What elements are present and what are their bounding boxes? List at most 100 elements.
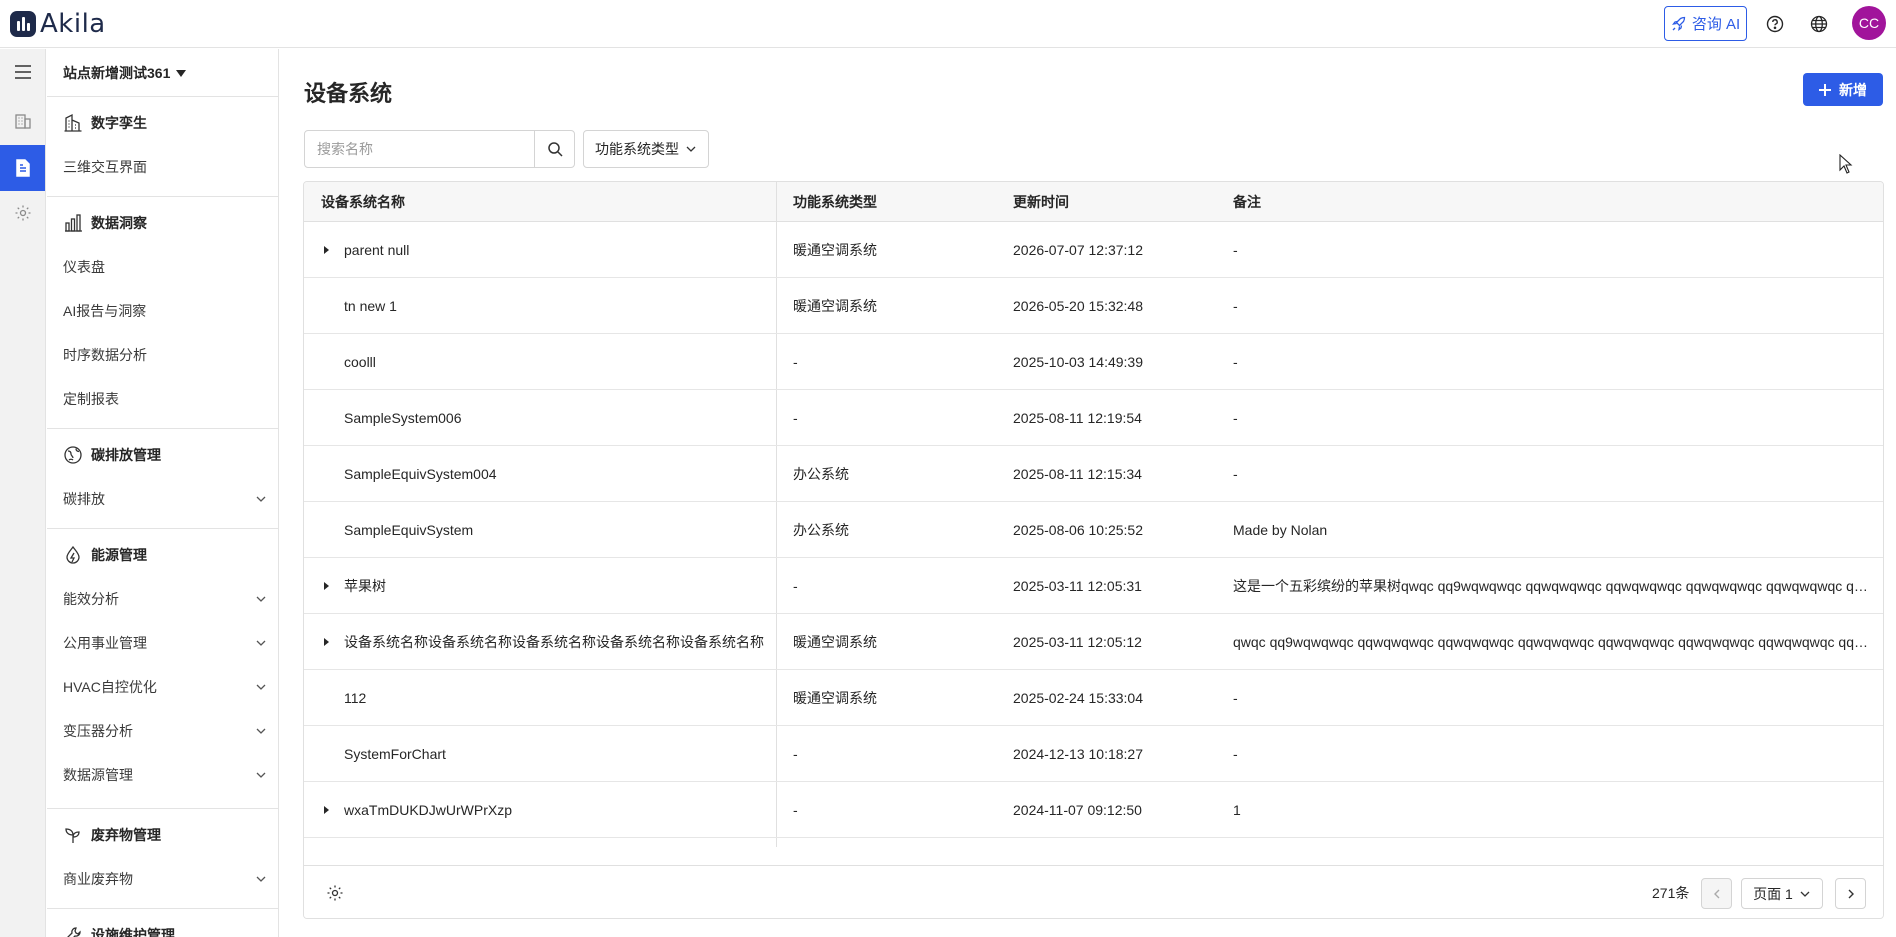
- cell-updated-text: 2024-12-13 10:18:27: [1013, 746, 1143, 762]
- sidebar-divider: [47, 808, 278, 809]
- cell-name: parent null: [344, 222, 768, 278]
- cell-updated: 2025-03-11 12:05:12: [1013, 614, 1213, 670]
- nav-item-custom-report[interactable]: 定制报表: [63, 384, 267, 414]
- table-row[interactable]: parent null 暖通空调系统 2026-07-07 12:37:12 -: [304, 222, 1883, 278]
- column-header-note[interactable]: 备注: [1233, 182, 1261, 222]
- cell-type: -: [793, 390, 993, 446]
- cell-updated: 2025-08-11 12:15:34: [1013, 446, 1213, 502]
- cell-note-text: -: [1233, 690, 1238, 706]
- expand-caret-icon[interactable]: [324, 582, 329, 590]
- report-document-icon[interactable]: [0, 145, 45, 191]
- system-type-filter[interactable]: 功能系统类型: [583, 130, 709, 168]
- table-row[interactable]: testdatapoint 办公系统 2024-08-05 09:52:36 -: [304, 838, 1883, 847]
- section-carbon: 碳排放管理: [63, 440, 161, 470]
- table-settings-gear-icon[interactable]: [324, 882, 346, 904]
- nav-item-commercial-waste[interactable]: 商业废弃物: [63, 864, 267, 894]
- table-footer: 271条 页面 1: [304, 865, 1883, 918]
- column-header-updated[interactable]: 更新时间: [1013, 182, 1069, 222]
- section-title: 废弃物管理: [91, 827, 161, 843]
- cell-type-text: 暖通空调系统: [793, 242, 877, 258]
- table-row[interactable]: coolll - 2025-10-03 14:49:39 -: [304, 334, 1883, 390]
- table-row[interactable]: wxaTmDUKDJwUrWPrXzp - 2024-11-07 09:12:50 1: [304, 782, 1883, 838]
- chevron-down-icon: [256, 496, 266, 502]
- rocket-icon: [1671, 16, 1685, 31]
- cell-name-text: tn new 1: [344, 298, 397, 314]
- nav-item-utility[interactable]: 公用事业管理: [63, 628, 267, 658]
- chevron-down-icon: [256, 640, 266, 646]
- chevron-down-icon: [686, 146, 696, 152]
- user-avatar[interactable]: CC: [1852, 6, 1886, 40]
- plus-icon: [1819, 83, 1831, 96]
- ask-ai-button[interactable]: 咨询 AI: [1664, 6, 1747, 41]
- search-button[interactable]: [534, 131, 574, 167]
- nav-item-timeseries[interactable]: 时序数据分析: [63, 340, 267, 370]
- nav-item-datasource[interactable]: 数据源管理: [63, 760, 267, 790]
- nav-item-hvac[interactable]: HVAC自控优化: [63, 672, 267, 702]
- nav-item-3d-interface[interactable]: 三维交互界面: [63, 152, 267, 182]
- total-count: 271条: [1652, 885, 1690, 901]
- settings-gear-icon[interactable]: [0, 190, 45, 236]
- add-button[interactable]: 新增: [1803, 73, 1883, 106]
- table-row[interactable]: 苹果树 - 2025-03-11 12:05:31 这是一个五彩缤纷的苹果树qwqc …: [304, 558, 1883, 614]
- caret-down-icon: [176, 69, 187, 77]
- cell-type-text: 办公系统: [793, 466, 849, 482]
- sidebar-divider: [47, 528, 278, 529]
- cell-type-text: 暖通空调系统: [793, 298, 877, 314]
- search-icon: [547, 142, 563, 157]
- cell-name: SampleSystem006: [344, 390, 768, 446]
- cell-type-text: -: [793, 746, 798, 762]
- column-header-type[interactable]: 功能系统类型: [793, 182, 877, 222]
- table-row[interactable]: SampleSystem006 - 2025-08-11 12:19:54 -: [304, 390, 1883, 446]
- cell-type-text: -: [793, 578, 798, 594]
- table-row[interactable]: tn new 1 暖通空调系统 2026-05-20 15:32:48 -: [304, 278, 1883, 334]
- page-select[interactable]: 页面 1: [1741, 878, 1823, 909]
- column-header-name[interactable]: 设备系统名称: [321, 182, 405, 222]
- cell-name-text: wxaTmDUKDJwUrWPrXzp: [344, 802, 512, 818]
- search-input[interactable]: [305, 131, 534, 167]
- nav-item-carbon-emission[interactable]: 碳排放: [63, 484, 267, 514]
- table-row[interactable]: SampleEquivSystem004 办公系统 2025-08-11 12:15…: [304, 446, 1883, 502]
- cell-type: -: [793, 726, 993, 782]
- akila-logo-mark: [10, 11, 36, 37]
- table-row[interactable]: 设备系统名称设备系统名称设备系统名称设备系统名称设备系统名称 暖通空调系统 2025…: [304, 614, 1883, 670]
- table-row[interactable]: SampleEquivSystem 办公系统 2025-08-06 10:25:52…: [304, 502, 1883, 558]
- cell-name-text: 苹果树: [344, 578, 386, 594]
- nav-item-dashboard[interactable]: 仪表盘: [63, 252, 267, 282]
- site-selector[interactable]: 站点新增测试361: [63, 49, 187, 96]
- nav-item-ai-report[interactable]: AI报告与洞察: [63, 296, 267, 326]
- nav-item-label: 仪表盘: [63, 259, 105, 275]
- ask-ai-label: 咨询 AI: [1691, 16, 1741, 33]
- cell-note: -: [1233, 334, 1869, 390]
- mouse-cursor-icon: [1839, 154, 1853, 174]
- akila-logo[interactable]: Akila: [10, 9, 106, 39]
- cell-note: Made by Nolan: [1233, 502, 1869, 558]
- section-waste: 废弃物管理: [63, 820, 161, 850]
- cell-name: 苹果树: [344, 558, 768, 614]
- energy-drop-icon: [66, 545, 80, 564]
- cell-updated: 2024-12-13 10:18:27: [1013, 726, 1213, 782]
- cell-name-text: SampleEquivSystem004: [344, 466, 497, 482]
- cell-name: 设备系统名称设备系统名称设备系统名称设备系统名称设备系统名称: [344, 614, 768, 670]
- table-row[interactable]: 112 暖通空调系统 2025-02-24 15:33:04 -: [304, 670, 1883, 726]
- section-energy: 能源管理: [63, 540, 147, 570]
- sidebar: 站点新增测试361 数字孪生 三维交互界面 数据洞察 仪表盘 AI报告与洞察 时…: [47, 49, 279, 937]
- expand-caret-icon[interactable]: [324, 246, 329, 254]
- menu-toggle-icon[interactable]: [0, 49, 45, 95]
- help-icon[interactable]: [1763, 12, 1787, 36]
- expand-caret-icon[interactable]: [324, 638, 329, 646]
- nav-item-efficiency[interactable]: 能效分析: [63, 584, 267, 614]
- nav-item-label: HVAC自控优化: [63, 679, 157, 695]
- language-globe-icon[interactable]: [1807, 12, 1831, 36]
- cell-updated: 2026-07-07 12:37:12: [1013, 222, 1213, 278]
- system-type-filter-label: 功能系统类型: [595, 141, 679, 157]
- section-digital-twin: 数字孪生: [63, 108, 147, 138]
- cell-type: 暖通空调系统: [793, 614, 993, 670]
- building-icon[interactable]: [0, 98, 45, 144]
- cell-note: -: [1233, 278, 1869, 334]
- cell-type: -: [793, 334, 993, 390]
- prev-page-button[interactable]: [1701, 878, 1732, 909]
- nav-item-transformer[interactable]: 变压器分析: [63, 716, 267, 746]
- next-page-button[interactable]: [1835, 878, 1866, 909]
- expand-caret-icon[interactable]: [324, 806, 329, 814]
- table-row[interactable]: SystemForChart - 2024-12-13 10:18:27 -: [304, 726, 1883, 782]
